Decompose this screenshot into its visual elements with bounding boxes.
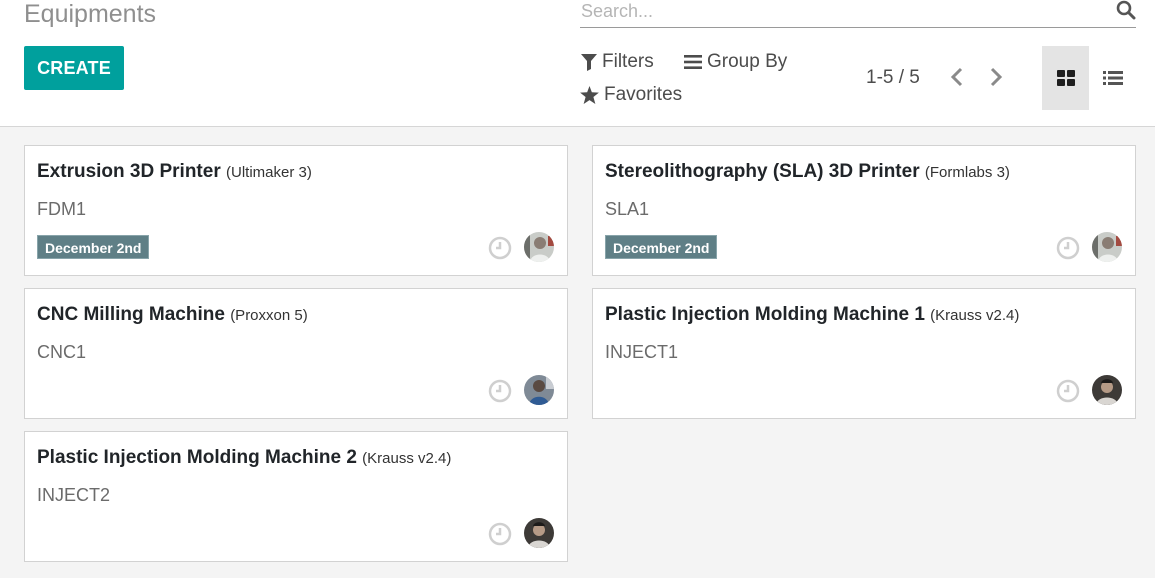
equipment-card[interactable]: CNC Milling Machine (Proxxon 5) CNC1 (24, 288, 568, 419)
clock-icon[interactable] (488, 379, 512, 403)
kanban-grid-icon (1056, 70, 1075, 86)
card-title: Stereolithography (SLA) 3D Printer (Form… (605, 161, 1010, 183)
equipment-name: Plastic Injection Molding Machine 1 (605, 304, 925, 325)
equipment-name: Stereolithography (SLA) 3D Printer (605, 161, 920, 182)
card-title: Plastic Injection Molding Machine 2 (Kra… (37, 447, 451, 469)
clock-icon[interactable] (488, 522, 512, 546)
equipment-name: CNC Milling Machine (37, 304, 225, 325)
control-panel: Equipments CREATE Filters Group By Favor… (0, 0, 1155, 127)
search-box (580, 0, 1136, 28)
filter-icon (581, 53, 597, 71)
filters-button[interactable]: Filters (581, 51, 654, 73)
card-title: Plastic Injection Molding Machine 1 (Kra… (605, 304, 1019, 326)
equipment-card[interactable]: Extrusion 3D Printer (Ultimaker 3) FDM1 … (24, 145, 568, 276)
favorites-button[interactable]: Favorites (580, 84, 682, 106)
equipment-model: (Proxxon 5) (230, 307, 308, 324)
maintenance-date-badge: December 2nd (605, 235, 718, 259)
equipment-reference: SLA1 (605, 199, 650, 219)
avatar[interactable] (1092, 375, 1122, 405)
equipment-name: Plastic Injection Molding Machine 2 (37, 447, 357, 468)
equipment-card[interactable]: Stereolithography (SLA) 3D Printer (Form… (592, 145, 1136, 276)
equipment-name: Extrusion 3D Printer (37, 161, 221, 182)
filters-label: Filters (602, 51, 654, 72)
list-view-button[interactable] (1089, 46, 1136, 110)
search-input[interactable] (581, 0, 1101, 22)
group-by-label: Group By (707, 51, 788, 72)
group-by-button[interactable]: Group By (684, 51, 787, 73)
favorites-label: Favorites (604, 84, 683, 105)
clock-icon[interactable] (1056, 379, 1080, 403)
equipment-card[interactable]: Plastic Injection Molding Machine 1 (Kra… (592, 288, 1136, 419)
card-title: CNC Milling Machine (Proxxon 5) (37, 304, 308, 326)
equipment-reference: INJECT2 (37, 485, 111, 505)
kanban-view-button[interactable] (1042, 46, 1089, 110)
chevron-right-icon[interactable] (986, 66, 1006, 88)
equipment-model: (Krauss v2.4) (362, 450, 452, 467)
avatar[interactable] (1092, 232, 1122, 262)
equipment-reference: CNC1 (37, 342, 87, 362)
clock-icon[interactable] (488, 236, 512, 260)
card-title: Extrusion 3D Printer (Ultimaker 3) (37, 161, 312, 183)
create-button[interactable]: CREATE (24, 46, 124, 90)
chevron-left-icon[interactable] (947, 66, 967, 88)
bars-icon (684, 55, 702, 69)
breadcrumb[interactable]: Equipments (24, 0, 156, 28)
equipment-model: (Ultimaker 3) (226, 164, 312, 181)
list-icon (1102, 71, 1123, 85)
maintenance-date-badge: December 2nd (37, 235, 150, 259)
avatar[interactable] (524, 375, 554, 405)
equipment-reference: FDM1 (37, 199, 86, 219)
equipment-card[interactable]: Plastic Injection Molding Machine 2 (Kra… (24, 431, 568, 562)
pager-value[interactable]: 1-5 / 5 (866, 67, 920, 89)
equipment-model: (Krauss v2.4) (930, 307, 1020, 324)
equipment-reference: INJECT1 (605, 342, 679, 362)
search-icon[interactable] (1116, 0, 1136, 20)
equipment-model: (Formlabs 3) (924, 164, 1010, 181)
avatar[interactable] (524, 518, 554, 548)
avatar[interactable] (524, 232, 554, 262)
star-icon (580, 86, 599, 104)
clock-icon[interactable] (1056, 236, 1080, 260)
